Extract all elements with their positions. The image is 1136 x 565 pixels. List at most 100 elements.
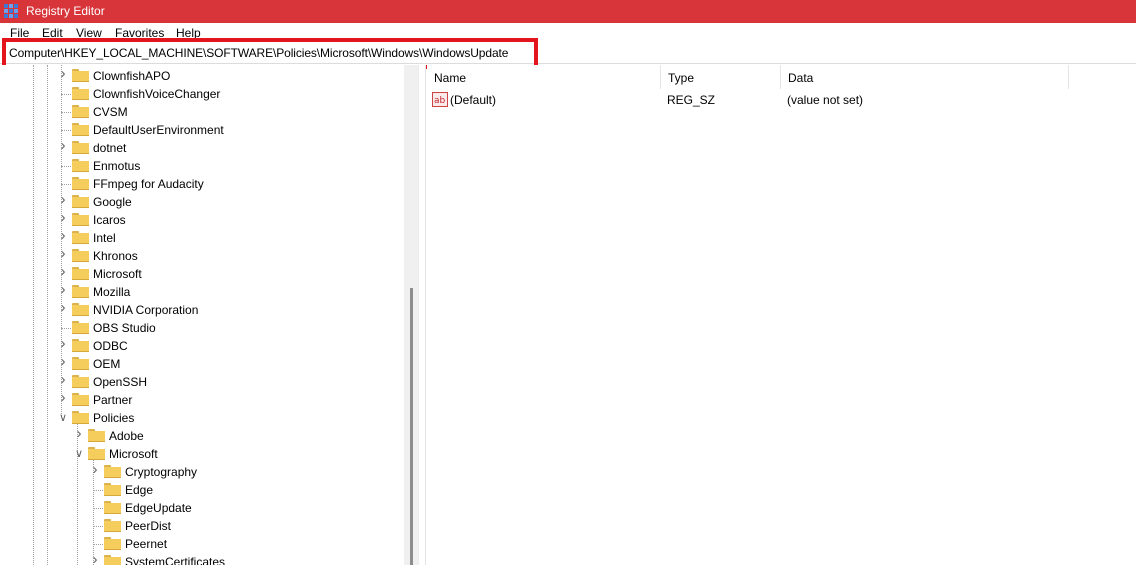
tree-item[interactable]: ClownfishVoiceChanger [0, 85, 400, 103]
menu-favorites[interactable]: Favorites [115, 26, 164, 40]
tree-item[interactable]: › Google [0, 192, 400, 211]
column-header-name[interactable]: Name [427, 65, 661, 89]
tree-item[interactable]: › Cryptography [0, 462, 400, 481]
tree-item-label: OEM [93, 357, 121, 371]
tree-connector [61, 328, 71, 329]
tree-item[interactable]: CVSM [0, 103, 400, 121]
chevron-right-icon[interactable]: › [58, 192, 68, 207]
tree-item-label: EdgeUpdate [125, 501, 192, 515]
tree-connector [93, 490, 103, 491]
folder-icon [72, 303, 89, 316]
folder-icon [72, 231, 89, 244]
tree-connector [61, 94, 71, 95]
chevron-right-icon[interactable]: › [58, 372, 68, 387]
tree-item[interactable]: › Microsoft [0, 264, 400, 283]
tree-item-label: Mozilla [93, 285, 131, 299]
value-type: REG_SZ [667, 93, 716, 107]
window-title: Registry Editor [26, 4, 105, 18]
chevron-right-icon[interactable]: › [58, 66, 68, 81]
menu-bar: File Edit View Favorites Help [0, 23, 1136, 42]
address-path-input[interactable]: Computer\HKEY_LOCAL_MACHINE\SOFTWARE\Pol… [9, 46, 508, 60]
tree-item[interactable]: › Intel [0, 228, 400, 247]
tree-item-label: Partner [93, 393, 133, 407]
tree-item[interactable]: › Mozilla [0, 282, 400, 301]
menu-file[interactable]: File [10, 26, 29, 40]
tree-item[interactable]: ∨ Microsoft [0, 445, 400, 463]
folder-icon [72, 375, 89, 388]
tree-item[interactable]: › Partner [0, 390, 400, 409]
values-pane[interactable]: Name Type Data ab (Default) REG_SZ (valu… [427, 65, 1136, 565]
value-row-default[interactable]: ab (Default) REG_SZ (value not set) [427, 90, 1127, 110]
pane-splitter[interactable] [418, 65, 426, 565]
menu-edit[interactable]: Edit [42, 26, 63, 40]
chevron-right-icon[interactable]: › [58, 210, 68, 225]
tree-item[interactable]: › OEM [0, 354, 400, 373]
folder-icon [104, 465, 121, 478]
tree-item[interactable]: ∨ Policies [0, 409, 400, 427]
folder-icon [72, 177, 89, 190]
column-header-data[interactable]: Data [781, 65, 1069, 89]
chevron-down-icon[interactable]: ∨ [58, 412, 68, 424]
chevron-right-icon[interactable]: › [74, 426, 84, 441]
chevron-right-icon[interactable]: › [58, 336, 68, 351]
chevron-right-icon[interactable]: › [90, 462, 100, 477]
tree-connector [61, 112, 71, 113]
tree-item[interactable]: › ODBC [0, 336, 400, 355]
tree-item-label: CVSM [93, 105, 128, 119]
menu-view[interactable]: View [76, 26, 102, 40]
tree-item-label: PeerDist [125, 519, 172, 533]
chevron-down-icon[interactable]: ∨ [74, 448, 84, 460]
folder-icon [72, 195, 89, 208]
tree-connector [61, 130, 71, 131]
tree-item[interactable]: › Icaros [0, 210, 400, 229]
chevron-right-icon[interactable]: › [58, 354, 68, 369]
tree-item[interactable]: Enmotus [0, 157, 400, 175]
folder-icon [72, 393, 89, 406]
chevron-right-icon[interactable]: › [58, 228, 68, 243]
chevron-right-icon[interactable]: › [90, 552, 100, 565]
tree-item[interactable]: › ClownfishAPO [0, 66, 400, 85]
chevron-right-icon[interactable]: › [58, 300, 68, 315]
tree-item[interactable]: PeerDist [0, 517, 400, 535]
chevron-right-icon[interactable]: › [58, 390, 68, 405]
tree-item-label: Khronos [93, 249, 138, 263]
tree-item[interactable]: Peernet [0, 535, 400, 553]
tree-item[interactable]: › dotnet [0, 138, 400, 157]
tree-item-label: Edge [125, 483, 154, 497]
tree-item[interactable]: FFmpeg for Audacity [0, 175, 400, 193]
title-bar: Registry Editor [0, 0, 1136, 23]
tree-item[interactable]: › SystemCertificates [0, 552, 400, 565]
tree-item-label: Enmotus [93, 159, 141, 173]
tree-item-label: Cryptography [125, 465, 198, 479]
folder-icon [72, 249, 89, 262]
tree-item[interactable]: › NVIDIA Corporation [0, 300, 400, 319]
folder-icon [72, 141, 89, 154]
tree-connector [93, 544, 103, 545]
value-name: (Default) [450, 93, 497, 107]
tree-item-label: Peernet [125, 537, 168, 551]
tree-scrollbar-thumb[interactable] [410, 288, 413, 565]
folder-icon [104, 483, 121, 496]
chevron-right-icon[interactable]: › [58, 138, 68, 153]
folder-icon [88, 429, 105, 442]
menu-help[interactable]: Help [176, 26, 201, 40]
tree-item-label: Policies [93, 411, 135, 425]
folder-icon [72, 105, 89, 118]
address-bar[interactable]: Computer\HKEY_LOCAL_MACHINE\SOFTWARE\Pol… [0, 42, 1136, 64]
tree-item[interactable]: › OpenSSH [0, 372, 400, 391]
column-header-type[interactable]: Type [661, 65, 781, 89]
tree-item[interactable]: OBS Studio [0, 319, 400, 337]
chevron-right-icon[interactable]: › [58, 246, 68, 261]
tree-item[interactable]: DefaultUserEnvironment [0, 121, 400, 139]
tree-item-label: Adobe [109, 429, 144, 443]
chevron-right-icon[interactable]: › [58, 282, 68, 297]
chevron-right-icon[interactable]: › [58, 264, 68, 279]
tree-item[interactable]: Edge [0, 481, 400, 499]
tree-item[interactable]: › Khronos [0, 246, 400, 265]
registry-editor-icon [4, 4, 18, 18]
tree-item-label: OBS Studio [93, 321, 156, 335]
tree-item-label: ODBC [93, 339, 128, 353]
key-tree-pane[interactable]: › ClownfishAPO ClownfishVoiceChanger CVSM De… [0, 65, 418, 565]
tree-item[interactable]: EdgeUpdate [0, 499, 400, 517]
tree-item[interactable]: › Adobe [0, 426, 400, 445]
